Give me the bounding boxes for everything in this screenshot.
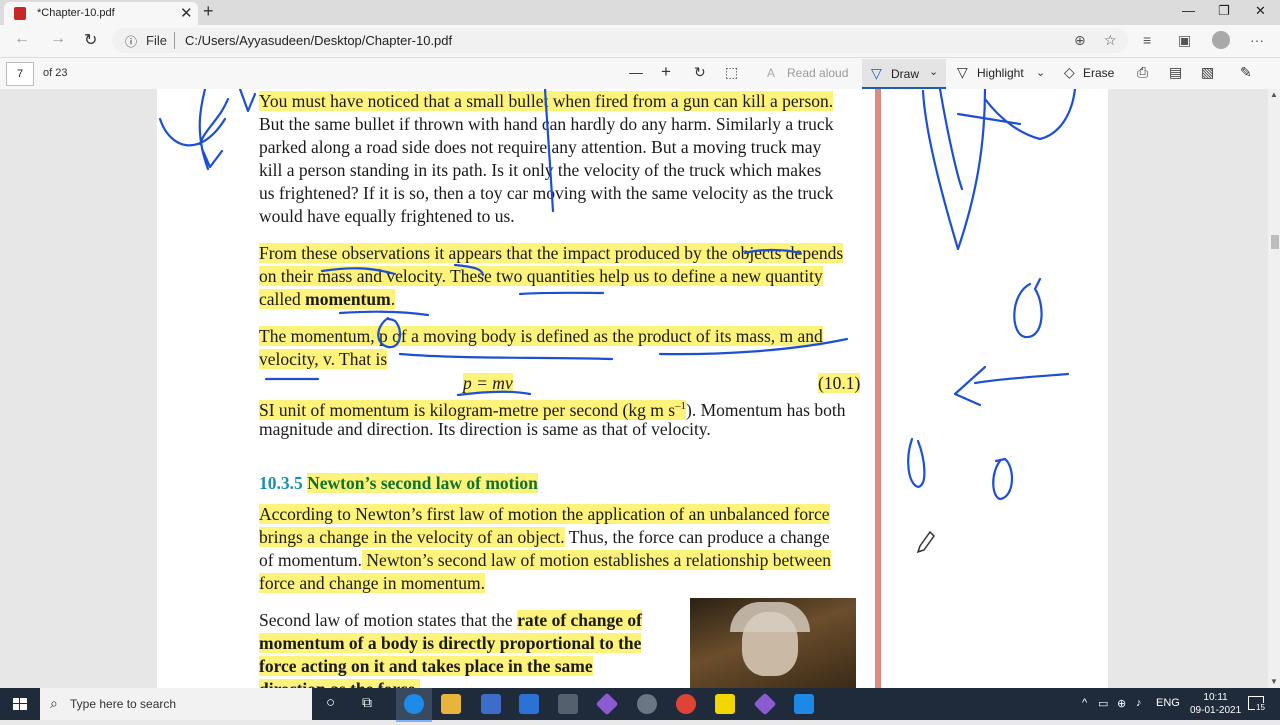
- more-icon[interactable]: ···: [1250, 32, 1264, 48]
- page-total: of 23: [43, 67, 68, 79]
- battery-icon[interactable]: ▭: [1098, 697, 1108, 710]
- volume-icon[interactable]: ♪: [1136, 697, 1142, 709]
- mail-icon[interactable]: [519, 694, 539, 714]
- tab-strip: *Chapter-10.pdf ✕ + — ❐ ✕: [0, 0, 1280, 25]
- favorite-star-icon[interactable]: ☆: [1104, 32, 1117, 49]
- scroll-up-icon[interactable]: ▲: [1270, 90, 1278, 99]
- ink-stroke: [158, 89, 230, 171]
- draw-label: Draw: [891, 67, 920, 81]
- zoom-icon[interactable]: ⊕: [1074, 32, 1086, 49]
- eraser-icon[interactable]: ◇: [1064, 64, 1075, 81]
- ink-stroke: [377, 316, 402, 349]
- ink-stroke: [338, 310, 430, 317]
- vertical-scrollbar[interactable]: ▲ ▼: [1268, 89, 1280, 688]
- pdf-toolbar: 7 of 23 — + ↻ ⬚ A Read aloud ▽ Draw ⌄ ▽ …: [0, 58, 1280, 90]
- ink-stroke: [992, 457, 1013, 501]
- highlight-button[interactable]: Highlight: [977, 66, 1024, 80]
- tab-chapter-10[interactable]: *Chapter-10.pdf ✕: [4, 2, 198, 25]
- ink-stroke: [921, 89, 1077, 251]
- taskbar: ⌕ Type here to search ○ ⧉ ^ ▭ ⊕ ♪ ENG 10…: [0, 688, 1280, 722]
- search-icon: ⌕: [50, 695, 58, 711]
- cortana-icon[interactable]: ○: [326, 694, 335, 711]
- restore-button[interactable]: ❐: [1218, 3, 1230, 19]
- refresh-icon[interactable]: ↻: [84, 30, 97, 50]
- file-explorer-icon[interactable]: [441, 694, 461, 714]
- settings-circle-icon[interactable]: [637, 694, 657, 714]
- draw-button[interactable]: ▽ Draw ⌄: [862, 59, 946, 89]
- ink-stroke: [907, 437, 926, 489]
- forward-icon[interactable]: →: [50, 30, 66, 48]
- draw-dropdown-icon[interactable]: ⌄: [929, 65, 938, 78]
- zoom-out-icon[interactable]: —: [629, 64, 643, 80]
- edge-taskbar-button[interactable]: [396, 688, 432, 722]
- taskbar-search[interactable]: ⌕ Type here to search: [40, 688, 312, 720]
- rotate-icon[interactable]: ↻: [694, 64, 706, 81]
- ink-stroke: [953, 365, 1070, 407]
- read-aloud-icon[interactable]: A: [767, 66, 775, 80]
- page-number-input[interactable]: 7: [6, 62, 34, 86]
- ink-stroke: [238, 89, 257, 113]
- start-button[interactable]: [0, 688, 40, 720]
- highlight-icon[interactable]: ▽: [957, 64, 968, 81]
- store-icon[interactable]: [481, 694, 501, 714]
- clock-date: 09-01-2021: [1190, 705, 1242, 716]
- clock[interactable]: 10:11 09-01-2021: [1190, 691, 1241, 717]
- pen-cursor-icon: [916, 530, 935, 554]
- task-view-icon[interactable]: ⧉: [362, 694, 372, 711]
- app-diamond-icon-2[interactable]: [753, 692, 777, 716]
- address-separator: [174, 32, 175, 49]
- close-window-button[interactable]: ✕: [1255, 3, 1266, 19]
- pdf-file-icon: [14, 7, 26, 20]
- minimize-button[interactable]: —: [1182, 3, 1195, 18]
- info-icon[interactable]: ⓘ: [125, 33, 137, 50]
- collections-icon[interactable]: ▣: [1178, 32, 1191, 49]
- address-url[interactable]: C:/Users/Ayyasudeen/Desktop/Chapter-10.p…: [185, 33, 452, 48]
- zoom-in-icon[interactable]: +: [661, 62, 671, 82]
- read-aloud-button[interactable]: Read aloud: [787, 66, 848, 80]
- ink-stroke: [398, 352, 614, 361]
- edge-icon: [404, 694, 424, 714]
- ink-stroke: [518, 291, 605, 296]
- favorites-list-icon[interactable]: ≡: [1143, 32, 1151, 48]
- network-icon[interactable]: ⊕: [1117, 697, 1126, 710]
- app-diamond-icon[interactable]: [595, 692, 619, 716]
- address-scheme: File: [146, 33, 167, 48]
- windows-logo-icon: [13, 698, 27, 710]
- back-icon[interactable]: ←: [14, 30, 30, 48]
- print-icon[interactable]: ⎙: [1137, 64, 1148, 81]
- ink-stroke: [1013, 277, 1043, 339]
- new-tab-button[interactable]: +: [203, 1, 214, 22]
- save-icon[interactable]: ▤: [1169, 64, 1182, 81]
- chrome-icon[interactable]: [676, 694, 696, 714]
- tab-title: *Chapter-10.pdf: [37, 7, 115, 19]
- ink-stroke: [658, 337, 849, 356]
- highlight-dropdown-icon[interactable]: ⌄: [1036, 66, 1045, 79]
- ink-stroke: [543, 89, 555, 213]
- ink-stroke: [456, 390, 532, 397]
- snip-icon[interactable]: [558, 694, 578, 714]
- tab-close-icon[interactable]: ✕: [180, 4, 193, 22]
- fit-page-icon[interactable]: ⬚: [725, 64, 738, 81]
- ink-stroke: [320, 263, 485, 277]
- sticky-notes-icon[interactable]: [715, 694, 735, 714]
- search-placeholder: Type here to search: [70, 697, 177, 711]
- ink-annotations: [158, 89, 1077, 554]
- address-bar[interactable]: ⓘ File C:/Users/Ayyasudeen/Desktop/Chapt…: [112, 28, 1128, 53]
- pin-toolbar-icon[interactable]: ✎: [1240, 64, 1252, 81]
- scrollbar-thumb[interactable]: [1271, 235, 1279, 249]
- address-row: ← → ↻ ⓘ File C:/Users/Ayyasudeen/Desktop…: [0, 25, 1280, 58]
- draw-pen-icon: ▽: [871, 65, 882, 81]
- language-indicator[interactable]: ENG: [1156, 697, 1180, 709]
- ink-stroke: [743, 248, 802, 255]
- save-as-icon[interactable]: ▧: [1201, 64, 1214, 81]
- notification-count: 15: [1255, 703, 1266, 712]
- vscode-icon[interactable]: [794, 694, 814, 714]
- scroll-down-icon[interactable]: ▼: [1270, 677, 1278, 686]
- erase-button[interactable]: Erase: [1083, 66, 1114, 80]
- profile-avatar[interactable]: [1212, 31, 1230, 49]
- clock-time: 10:11: [1203, 692, 1228, 703]
- tray-chevron-icon[interactable]: ^: [1082, 697, 1087, 709]
